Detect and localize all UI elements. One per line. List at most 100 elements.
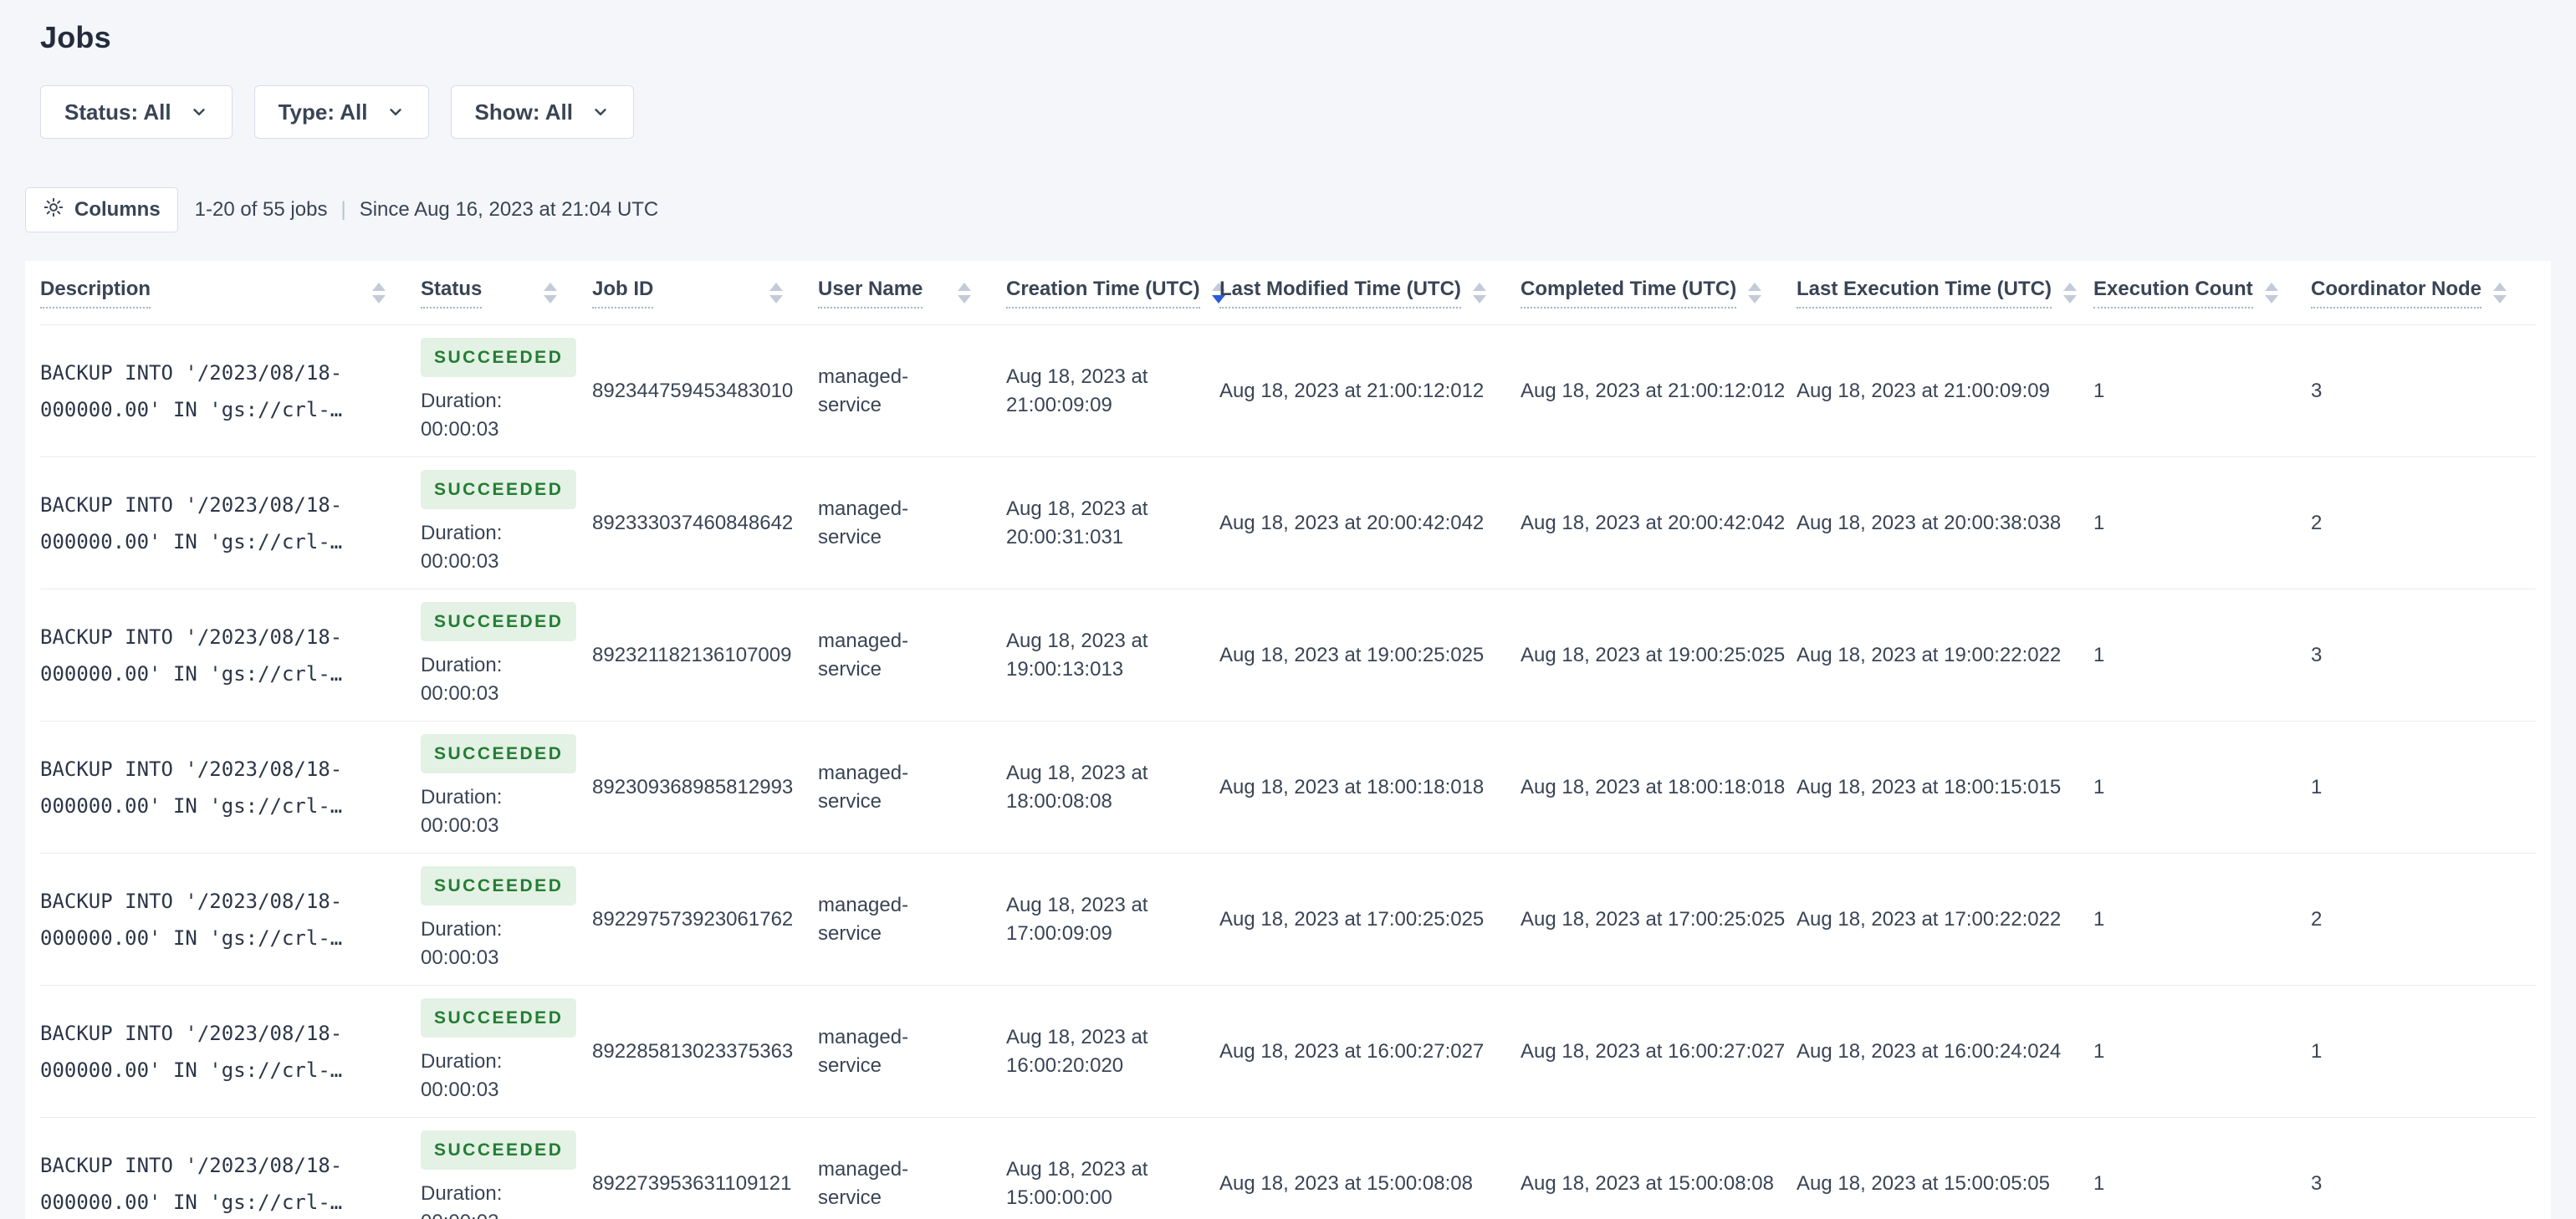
cell-creation-time-text: Aug 18, 2023 at 21:00:09:09	[1006, 365, 1148, 416]
cell-last-execution-time: Aug 18, 2023 at 15:00:05:05	[1797, 1171, 2050, 1195]
table-row[interactable]: BACKUP INTO '/2023/08/18-000000.00' IN '…	[40, 325, 2536, 457]
job-description-text: BACKUP INTO '/2023/08/18-000000.00' IN '…	[40, 889, 343, 950]
filter-dropdown-type[interactable]: Type: All	[253, 85, 429, 139]
sort-desc-arrow	[544, 294, 557, 303]
since-text: Since Aug 16, 2023 at 21:04 UTC	[359, 198, 659, 221]
cell-user-name: managed-service	[818, 759, 1006, 816]
column-header-label: Execution Count	[2093, 278, 2253, 309]
cell-job-id: 892321182136107009	[592, 643, 792, 666]
filter-dropdown-label: Status: All	[64, 99, 171, 125]
table-row[interactable]: BACKUP INTO '/2023/08/18-000000.00' IN '…	[40, 457, 2536, 589]
column-header-last-execution-time-utc[interactable]: Last Execution Time (UTC)	[1797, 278, 2093, 309]
cell-job-id: 892273953631109121	[592, 1171, 792, 1195]
cell-creation-time: Aug 18, 2023 at 21:00:09:09	[1006, 363, 1219, 420]
column-header-label: Description	[40, 278, 151, 309]
cell-last-execution-time: Aug 18, 2023 at 17:00:22:022	[1797, 907, 2062, 931]
cell-creation-time-text: Aug 18, 2023 at 17:00:09:09	[1006, 893, 1148, 945]
sort-icon	[2264, 282, 2278, 303]
cell-completed-time: Aug 18, 2023 at 16:00:27:027	[1521, 1039, 1786, 1063]
cell-last-modified-time: Aug 18, 2023 at 17:00:25:025	[1219, 907, 1485, 931]
cell-last-modified-time: Aug 18, 2023 at 20:00:42:042	[1219, 511, 1485, 534]
job-duration: Duration: 00:00:03	[421, 918, 503, 969]
cell-execution-count: 1	[2093, 379, 2105, 402]
status-badge: SUCCEEDED	[421, 1130, 577, 1170]
cell-description[interactable]: BACKUP INTO '/2023/08/18-000000.00' IN '…	[40, 487, 421, 560]
cell-execution-count: 1	[2093, 1039, 2105, 1063]
column-header-status[interactable]: Status	[421, 278, 592, 309]
sort-desc-arrow	[2493, 294, 2507, 303]
cell-user-name-text: managed-service	[818, 629, 909, 681]
cell-user-name: managed-service	[818, 1023, 1006, 1080]
cell-execution-count: 1	[2093, 907, 2105, 931]
cell-last-modified-time: Aug 18, 2023 at 18:00:18:018	[1219, 775, 1485, 798]
cell-description[interactable]: BACKUP INTO '/2023/08/18-000000.00' IN '…	[40, 751, 421, 824]
column-header-job-id[interactable]: Job ID	[592, 278, 818, 309]
jobs-table: Description Status Job ID User Name Creation…	[25, 261, 2551, 1219]
job-duration: Duration: 00:00:03	[421, 522, 503, 573]
sort-desc-arrow	[1748, 294, 1762, 303]
cell-creation-time: Aug 18, 2023 at 17:00:09:09	[1006, 891, 1219, 948]
job-duration: Duration: 00:00:03	[421, 1182, 503, 1219]
column-header-description[interactable]: Description	[40, 278, 421, 309]
jobs-page: Jobs Status: All Type: All Show: All Colum…	[0, 0, 2576, 1219]
table-row[interactable]: BACKUP INTO '/2023/08/18-000000.00' IN '…	[40, 722, 2536, 854]
column-header-coordinator-node[interactable]: Coordinator Node	[2311, 278, 2536, 309]
cell-coordinator-node: 1	[2311, 1039, 2323, 1063]
sort-asc-arrow	[1748, 282, 1762, 291]
cell-user-name-text: managed-service	[818, 761, 909, 813]
column-header-creation-time-utc[interactable]: Creation Time (UTC)	[1006, 278, 1225, 309]
cell-description[interactable]: BACKUP INTO '/2023/08/18-000000.00' IN '…	[40, 883, 421, 956]
cell-last-execution-time: Aug 18, 2023 at 21:00:09:09	[1797, 379, 2050, 402]
table-row[interactable]: BACKUP INTO '/2023/08/18-000000.00' IN '…	[40, 854, 2536, 986]
cell-description[interactable]: BACKUP INTO '/2023/08/18-000000.00' IN '…	[40, 1147, 421, 1219]
page-title: Jobs	[40, 20, 111, 54]
column-header-last-modified-time-utc[interactable]: Last Modified Time (UTC)	[1219, 278, 1521, 309]
column-header-user-name[interactable]: User Name	[818, 278, 1006, 309]
sort-asc-arrow	[769, 282, 783, 291]
cell-user-name-text: managed-service	[818, 893, 909, 945]
filter-dropdown-status[interactable]: Status: All	[40, 85, 233, 139]
cell-job-id: 892344759453483010	[592, 379, 794, 402]
cell-description[interactable]: BACKUP INTO '/2023/08/18-000000.00' IN '…	[40, 1015, 421, 1089]
cell-job-id: 892297573923061762	[592, 907, 794, 931]
cell-completed-time: Aug 18, 2023 at 17:00:25:025	[1521, 907, 1786, 931]
cell-creation-time: Aug 18, 2023 at 16:00:20:020	[1006, 1023, 1219, 1080]
sort-desc-arrow	[2264, 294, 2278, 303]
column-header-label: Status	[421, 278, 483, 309]
job-description-text: BACKUP INTO '/2023/08/18-000000.00' IN '…	[40, 360, 343, 421]
column-header-label: Last Execution Time (UTC)	[1797, 278, 2052, 309]
filter-dropdown-show[interactable]: Show: All	[450, 85, 634, 139]
table-row[interactable]: BACKUP INTO '/2023/08/18-000000.00' IN '…	[40, 589, 2536, 722]
job-duration: Duration: 00:00:03	[421, 390, 503, 441]
cell-user-name-text: managed-service	[818, 365, 909, 416]
cell-status: SUCCEEDED Duration: 00:00:03	[421, 338, 592, 444]
cell-coordinator-node: 3	[2311, 1171, 2323, 1195]
table-row[interactable]: BACKUP INTO '/2023/08/18-000000.00' IN '…	[40, 1118, 2536, 1219]
cell-execution-count: 1	[2093, 775, 2105, 798]
columns-button[interactable]: Columns	[25, 187, 178, 232]
chevron-down-icon	[386, 103, 405, 121]
column-header-execution-count[interactable]: Execution Count	[2093, 278, 2311, 309]
cell-job-id: 892309368985812993	[592, 775, 794, 798]
column-header-completed-time-utc[interactable]: Completed Time (UTC)	[1521, 278, 1797, 309]
cell-description[interactable]: BACKUP INTO '/2023/08/18-000000.00' IN '…	[40, 619, 421, 692]
cell-status: SUCCEEDED Duration: 00:00:03	[421, 734, 592, 840]
cell-last-modified-time: Aug 18, 2023 at 15:00:08:08	[1219, 1171, 1473, 1195]
cell-job-id: 892285813023375363	[592, 1039, 794, 1063]
sort-asc-arrow	[2062, 282, 2077, 291]
cell-status: SUCCEEDED Duration: 00:00:03	[421, 602, 592, 708]
chevron-down-icon	[591, 103, 610, 121]
cell-execution-count: 1	[2093, 511, 2105, 534]
cell-coordinator-node: 2	[2311, 511, 2323, 534]
sort-desc-arrow	[372, 294, 386, 303]
cell-creation-time: Aug 18, 2023 at 15:00:00:00	[1006, 1155, 1219, 1212]
jobs-count-text: 1-20 of 55 jobs	[194, 198, 328, 221]
cell-user-name-text: managed-service	[818, 1025, 909, 1077]
cell-status: SUCCEEDED Duration: 00:00:03	[421, 866, 592, 972]
cell-status: SUCCEEDED Duration: 00:00:03	[421, 1130, 592, 1219]
cell-description[interactable]: BACKUP INTO '/2023/08/18-000000.00' IN '…	[40, 354, 421, 428]
cell-creation-time-text: Aug 18, 2023 at 16:00:20:020	[1006, 1025, 1148, 1077]
cell-completed-time: Aug 18, 2023 at 15:00:08:08	[1521, 1171, 1774, 1195]
table-row[interactable]: BACKUP INTO '/2023/08/18-000000.00' IN '…	[40, 986, 2536, 1118]
cell-coordinator-node: 3	[2311, 379, 2323, 402]
